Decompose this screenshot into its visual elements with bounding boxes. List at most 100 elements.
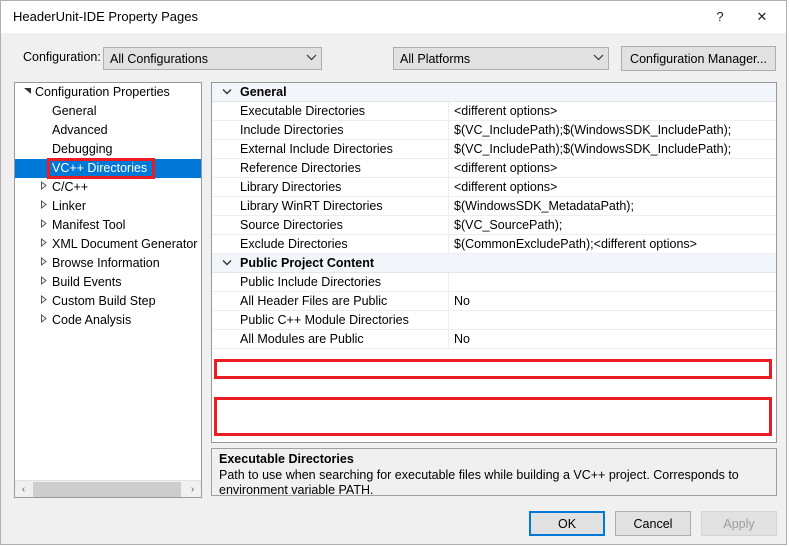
tree-item-label: Manifest Tool <box>52 218 126 232</box>
column-divider[interactable] <box>448 330 449 349</box>
highlight-public-include-directories <box>214 359 772 379</box>
tree-item-label: Code Analysis <box>52 313 132 327</box>
grid-row[interactable]: Exclude Directories $(CommonExcludePath);… <box>212 235 776 254</box>
description-panel: Executable Directories Path to use when … <box>211 448 777 497</box>
tree-item-advanced[interactable]: Advanced <box>15 121 201 140</box>
configuration-dropdown[interactable]: All Configurations <box>103 47 322 70</box>
tree-item-label: VC++ Directories <box>52 161 148 175</box>
scrollbar-thumb[interactable] <box>33 482 181 497</box>
tree-item-label: XML Document Generator <box>52 237 198 251</box>
configuration-dropdown-value: All Configurations <box>110 51 208 66</box>
column-divider[interactable] <box>448 216 449 235</box>
column-divider[interactable] <box>448 292 449 311</box>
tree-item-manifest-tool[interactable]: Manifest Tool <box>15 216 201 235</box>
tree-item-vc-directories[interactable]: VC++ Directories <box>15 159 201 178</box>
property-value[interactable]: <different options> <box>454 178 557 197</box>
property-value[interactable]: $(VC_IncludePath);$(WindowsSDK_IncludePa… <box>454 121 731 140</box>
tree-item-custom-build-step[interactable]: Custom Build Step <box>15 292 201 311</box>
chevron-down-icon <box>301 54 321 63</box>
property-name: Source Directories <box>240 218 343 232</box>
tree-item-c-c[interactable]: C/C++ <box>15 178 201 197</box>
column-divider[interactable] <box>448 102 449 121</box>
property-value[interactable]: No <box>454 330 470 349</box>
caret-right-icon[interactable] <box>35 235 51 254</box>
property-value[interactable]: $(WindowsSDK_MetadataPath); <box>454 197 634 216</box>
close-glyph: ✕ <box>756 8 768 24</box>
grid-row[interactable]: Executable Directories <different options… <box>212 102 776 121</box>
grid-row[interactable]: All Modules are Public No <box>212 330 776 349</box>
column-divider[interactable] <box>448 235 449 254</box>
property-grid[interactable]: General Executable Directories <different … <box>211 82 777 443</box>
ok-button[interactable]: OK <box>529 511 605 536</box>
caret-right-icon[interactable] <box>35 216 51 235</box>
tree-item-label: Custom Build Step <box>52 294 156 308</box>
tree-item-browse-information[interactable]: Browse Information <box>15 254 201 273</box>
column-divider[interactable] <box>448 140 449 159</box>
property-name: Library Directories <box>240 180 342 194</box>
chevron-down-icon <box>588 54 608 63</box>
platform-dropdown[interactable]: All Platforms <box>393 47 609 70</box>
tree-item-configuration-properties[interactable]: Configuration Properties <box>15 83 201 102</box>
tree-item-debugging[interactable]: Debugging <box>15 140 201 159</box>
grid-row[interactable]: Reference Directories <different options> <box>212 159 776 178</box>
caret-right-icon[interactable] <box>35 254 51 273</box>
property-name: Library WinRT Directories <box>240 199 383 213</box>
grid-row[interactable]: External Include Directories $(VC_Include… <box>212 140 776 159</box>
description-text: Path to use when searching for executabl… <box>219 468 739 497</box>
property-value[interactable]: $(CommonExcludePath);<different options> <box>454 235 697 254</box>
caret-right-icon[interactable] <box>35 273 51 292</box>
help-icon[interactable]: ? <box>702 1 738 32</box>
grid-row[interactable]: Library Directories <different options> <box>212 178 776 197</box>
tree-item-build-events[interactable]: Build Events <box>15 273 201 292</box>
chevron-down-icon[interactable] <box>220 83 234 102</box>
property-value[interactable]: <different options> <box>454 159 557 178</box>
platform-dropdown-value: All Platforms <box>400 51 471 66</box>
column-divider[interactable] <box>448 273 449 292</box>
grid-category-general[interactable]: General <box>212 83 776 102</box>
property-value[interactable]: $(VC_SourcePath); <box>454 216 562 235</box>
configuration-manager-button[interactable]: Configuration Manager... <box>621 46 776 71</box>
tree-item-linker[interactable]: Linker <box>15 197 201 216</box>
grid-category-public-project-content[interactable]: Public Project Content <box>212 254 776 273</box>
close-icon[interactable]: ✕ <box>744 1 780 32</box>
column-divider[interactable] <box>448 159 449 178</box>
grid-row[interactable]: All Header Files are Public No <box>212 292 776 311</box>
property-name: Include Directories <box>240 123 344 137</box>
caret-right-icon[interactable] <box>35 197 51 216</box>
caret-right-icon[interactable] <box>35 178 51 197</box>
tree-item-label: Build Events <box>52 275 122 289</box>
configuration-tree[interactable]: Configuration Properties General Advanced D… <box>15 83 201 479</box>
property-value[interactable]: <different options> <box>454 102 557 121</box>
tree-item-label: Configuration Properties <box>35 85 170 99</box>
property-name: Public Include Directories <box>240 275 382 289</box>
caret-right-icon[interactable] <box>35 311 51 330</box>
grid-row[interactable]: Source Directories $(VC_SourcePath); <box>212 216 776 235</box>
column-divider[interactable] <box>448 121 449 140</box>
grid-row[interactable]: Include Directories $(VC_IncludePath);$(W… <box>212 121 776 140</box>
tree-horizontal-scrollbar[interactable]: ‹ › <box>15 480 201 497</box>
tree-item-general[interactable]: General <box>15 102 201 121</box>
configuration-tree-panel: Configuration Properties General Advanced D… <box>14 82 202 498</box>
tree-item-code-analysis[interactable]: Code Analysis <box>15 311 201 330</box>
property-name: All Header Files are Public <box>240 294 388 308</box>
column-divider[interactable] <box>448 178 449 197</box>
scroll-left-icon[interactable]: ‹ <box>15 481 32 497</box>
grid-row[interactable]: Public Include Directories <box>212 273 776 292</box>
property-grid-rows: General Executable Directories <different … <box>212 83 776 349</box>
property-value[interactable]: No <box>454 292 470 311</box>
column-divider[interactable] <box>448 311 449 330</box>
apply-button: Apply <box>701 511 777 536</box>
column-divider[interactable] <box>448 197 449 216</box>
property-name: All Modules are Public <box>240 332 364 346</box>
description-title: Executable Directories <box>219 452 354 466</box>
tree-item-label: Linker <box>52 199 87 213</box>
grid-row[interactable]: Library WinRT Directories $(WindowsSDK_Me… <box>212 197 776 216</box>
tree-item-xml-document-generator[interactable]: XML Document Generator <box>15 235 201 254</box>
caret-down-icon[interactable] <box>19 83 35 102</box>
chevron-down-icon[interactable] <box>220 254 234 273</box>
cancel-button[interactable]: Cancel <box>615 511 691 536</box>
caret-right-icon[interactable] <box>35 292 51 311</box>
scroll-right-icon[interactable]: › <box>184 481 201 497</box>
property-value[interactable]: $(VC_IncludePath);$(WindowsSDK_IncludePa… <box>454 140 731 159</box>
grid-row[interactable]: Public C++ Module Directories <box>212 311 776 330</box>
